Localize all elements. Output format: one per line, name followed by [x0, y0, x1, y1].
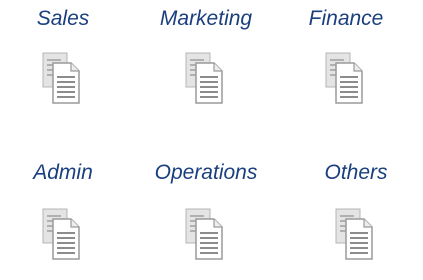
document-icon[interactable] — [180, 207, 232, 263]
folder-label-admin: Admin — [33, 161, 93, 184]
folder-item-sales[interactable]: Sales — [0, 6, 133, 126]
document-icon[interactable] — [330, 207, 382, 263]
folder-label-sales: Sales — [36, 7, 90, 30]
folder-item-finance[interactable]: Finance — [276, 6, 416, 126]
folder-label-operations: Operations — [154, 161, 258, 184]
document-icon[interactable] — [37, 207, 89, 263]
folder-item-admin[interactable]: Admin — [0, 160, 133, 280]
folder-label-marketing: Marketing — [159, 7, 253, 30]
folder-item-others[interactable]: Others — [286, 160, 423, 280]
document-icon[interactable] — [37, 51, 89, 107]
folder-grid: Sales Marketing Finance Admin Operations… — [0, 0, 423, 273]
document-icon[interactable] — [320, 51, 372, 107]
document-icon[interactable] — [180, 51, 232, 107]
folder-item-operations[interactable]: Operations — [136, 160, 276, 280]
folder-label-others: Others — [324, 161, 388, 184]
folder-label-finance: Finance — [308, 7, 384, 30]
folder-item-marketing[interactable]: Marketing — [136, 6, 276, 126]
